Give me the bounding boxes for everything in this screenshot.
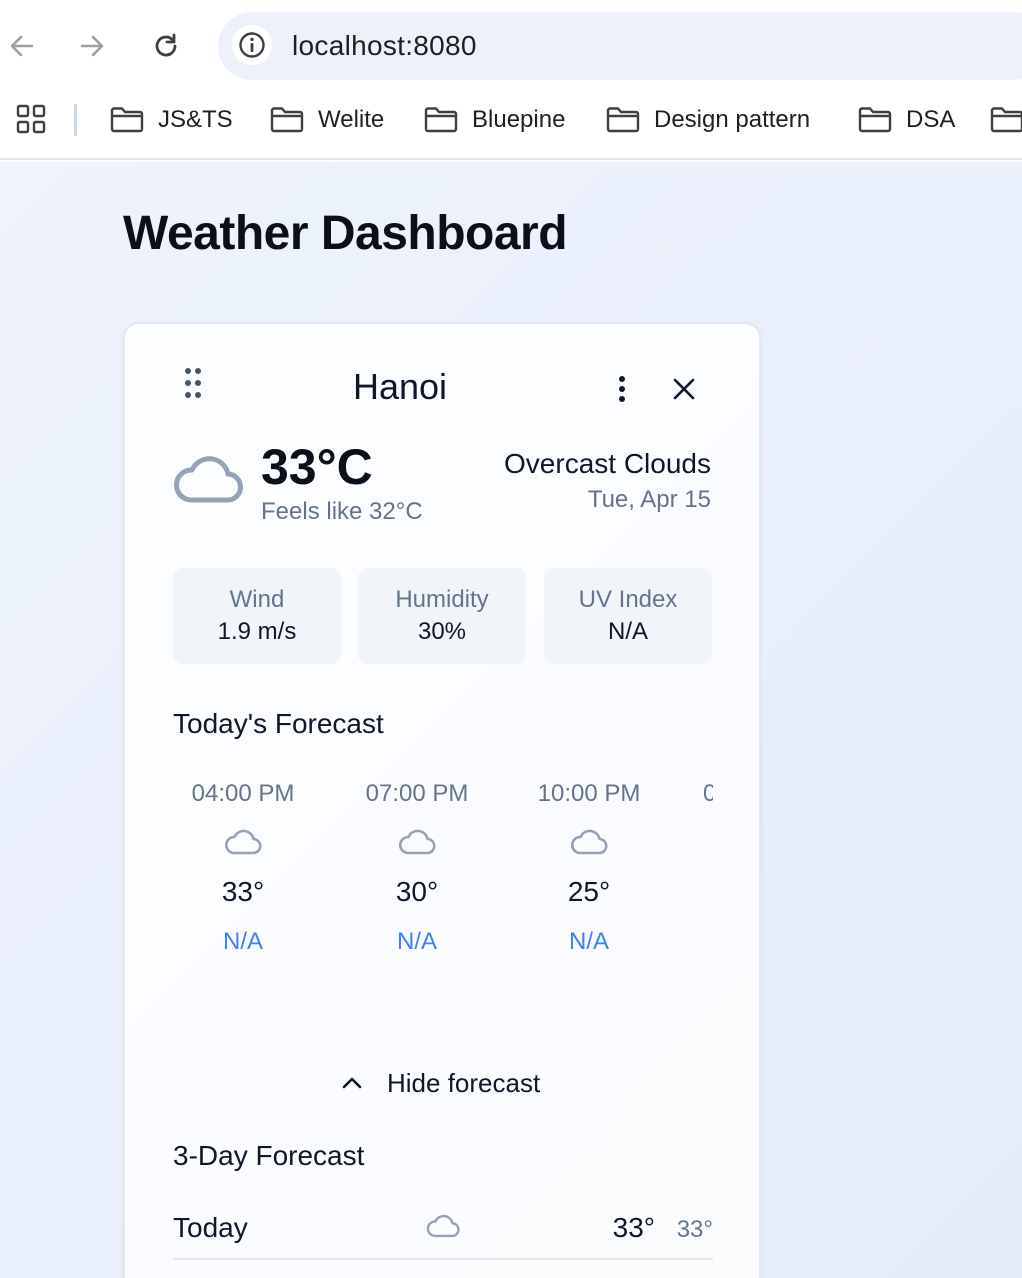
day-name: Today: [173, 1212, 248, 1243]
apps-grid-icon: [16, 104, 46, 134]
bookmark-label: Welite: [318, 106, 385, 133]
cloud-icon: [398, 829, 436, 855]
bookmark-label: Bluepine: [472, 106, 566, 133]
bookmark-folder-js-ts[interactable]: JS&TS: [110, 102, 233, 138]
arrow-left-icon: [10, 35, 34, 57]
hourly-item: 04:00 PM 33° N/A: [173, 780, 313, 956]
page-content: Weather Dashboard Hanoi 33°C Feels like …: [0, 162, 1022, 1278]
kebab-menu-icon: [619, 376, 625, 402]
hour-temp: 25°: [567, 876, 611, 907]
day-low-temp: 33°: [676, 1216, 713, 1243]
hourly-item-partial: 0: [703, 780, 713, 808]
chevron-up-icon: [342, 1077, 362, 1089]
bookmark-label: Design pattern: [654, 106, 811, 133]
hour-time: 07:00 PM: [365, 780, 469, 807]
current-date: Tue, Apr 15: [587, 486, 711, 513]
hour-time: 0: [703, 780, 713, 807]
page-title: Weather Dashboard: [123, 207, 568, 260]
close-icon: [673, 378, 695, 400]
arrow-right-icon: [80, 35, 104, 57]
todays-forecast-title: Today's Forecast: [173, 708, 384, 739]
stat-label: Wind: [229, 586, 285, 613]
cloud-icon: [570, 829, 608, 855]
stat-humidity: Humidity 30%: [358, 568, 526, 664]
remove-city-button[interactable]: [669, 374, 699, 404]
folder-icon: [858, 107, 892, 133]
hour-precip: N/A: [396, 928, 437, 955]
folder-icon: [990, 107, 1022, 133]
cloud-icon: [426, 1214, 460, 1238]
hourly-item: 10:00 PM 25° N/A: [519, 780, 659, 956]
current-weather-icon: [173, 452, 243, 509]
stat-value: 1.9 m/s: [217, 618, 297, 645]
stat-label: UV Index: [578, 586, 678, 613]
weather-condition: Overcast Clouds: [504, 448, 711, 479]
daily-forecast-row: Today 33° 33°: [173, 1208, 713, 1260]
folder-icon: [270, 107, 304, 133]
hour-precip: N/A: [568, 928, 609, 955]
hour-time: 04:00 PM: [191, 780, 295, 807]
bookmark-label: JS&TS: [158, 106, 233, 133]
hour-time: 10:00 PM: [537, 780, 641, 807]
apps-button[interactable]: [16, 104, 46, 139]
bookmark-folder-overflow[interactable]: [990, 102, 1022, 138]
back-button[interactable]: [2, 26, 42, 66]
url-text[interactable]: localhost:8080: [292, 30, 477, 62]
cloud-icon: [224, 829, 262, 855]
reload-icon: [155, 33, 177, 57]
hourly-forecast-list[interactable]: 04:00 PM 33° N/A 07:00 PM 30° N/A 10:00 …: [173, 780, 713, 980]
hourly-item: 07:00 PM 30° N/A: [347, 780, 487, 956]
bookmark-folder-welite[interactable]: Welite: [270, 102, 384, 138]
hour-precip: N/A: [222, 928, 263, 955]
three-day-forecast-title: 3-Day Forecast: [173, 1140, 365, 1171]
stat-wind: Wind 1.9 m/s: [173, 568, 341, 664]
folder-icon: [606, 107, 640, 133]
reload-button[interactable]: [146, 26, 186, 66]
bookmark-folder-dsa[interactable]: DSA: [858, 102, 955, 138]
address-bar[interactable]: localhost:8080: [218, 12, 1022, 80]
info-icon: [239, 32, 265, 58]
site-info-button[interactable]: [232, 25, 272, 65]
stat-uv-index: UV Index N/A: [544, 568, 712, 664]
weather-card: Hanoi 33°C Feels like 32°C Overcast Clou…: [123, 322, 761, 1278]
folder-icon: [110, 107, 144, 133]
bookmarks-separator: [74, 104, 77, 136]
bookmark-label: DSA: [906, 106, 956, 133]
hide-forecast-label: Hide forecast: [387, 1067, 541, 1098]
hide-forecast-button[interactable]: Hide forecast: [341, 1066, 540, 1100]
bookmark-folder-design-pattern[interactable]: Design pattern: [606, 102, 810, 138]
day-high-temp: 33°: [612, 1212, 655, 1243]
current-temperature: 33°C: [261, 439, 373, 495]
folder-icon: [424, 107, 458, 133]
bookmarks-bar: JS&TS Welite Bluepine Design pattern DSA: [0, 92, 1022, 160]
stat-value: N/A: [607, 618, 648, 645]
browser-toolbar: localhost:8080: [0, 0, 1022, 92]
cloud-icon: [174, 456, 243, 503]
hour-temp: 30°: [395, 876, 439, 907]
bookmark-folder-bluepine[interactable]: Bluepine: [424, 102, 565, 138]
hour-temp: 33°: [221, 876, 265, 907]
more-options-button[interactable]: [609, 372, 635, 406]
stat-value: 30%: [417, 618, 467, 645]
forward-button[interactable]: [72, 26, 112, 66]
feels-like: Feels like 32°C: [261, 498, 423, 525]
city-name: Hanoi: [352, 366, 448, 407]
stat-label: Humidity: [395, 586, 489, 613]
